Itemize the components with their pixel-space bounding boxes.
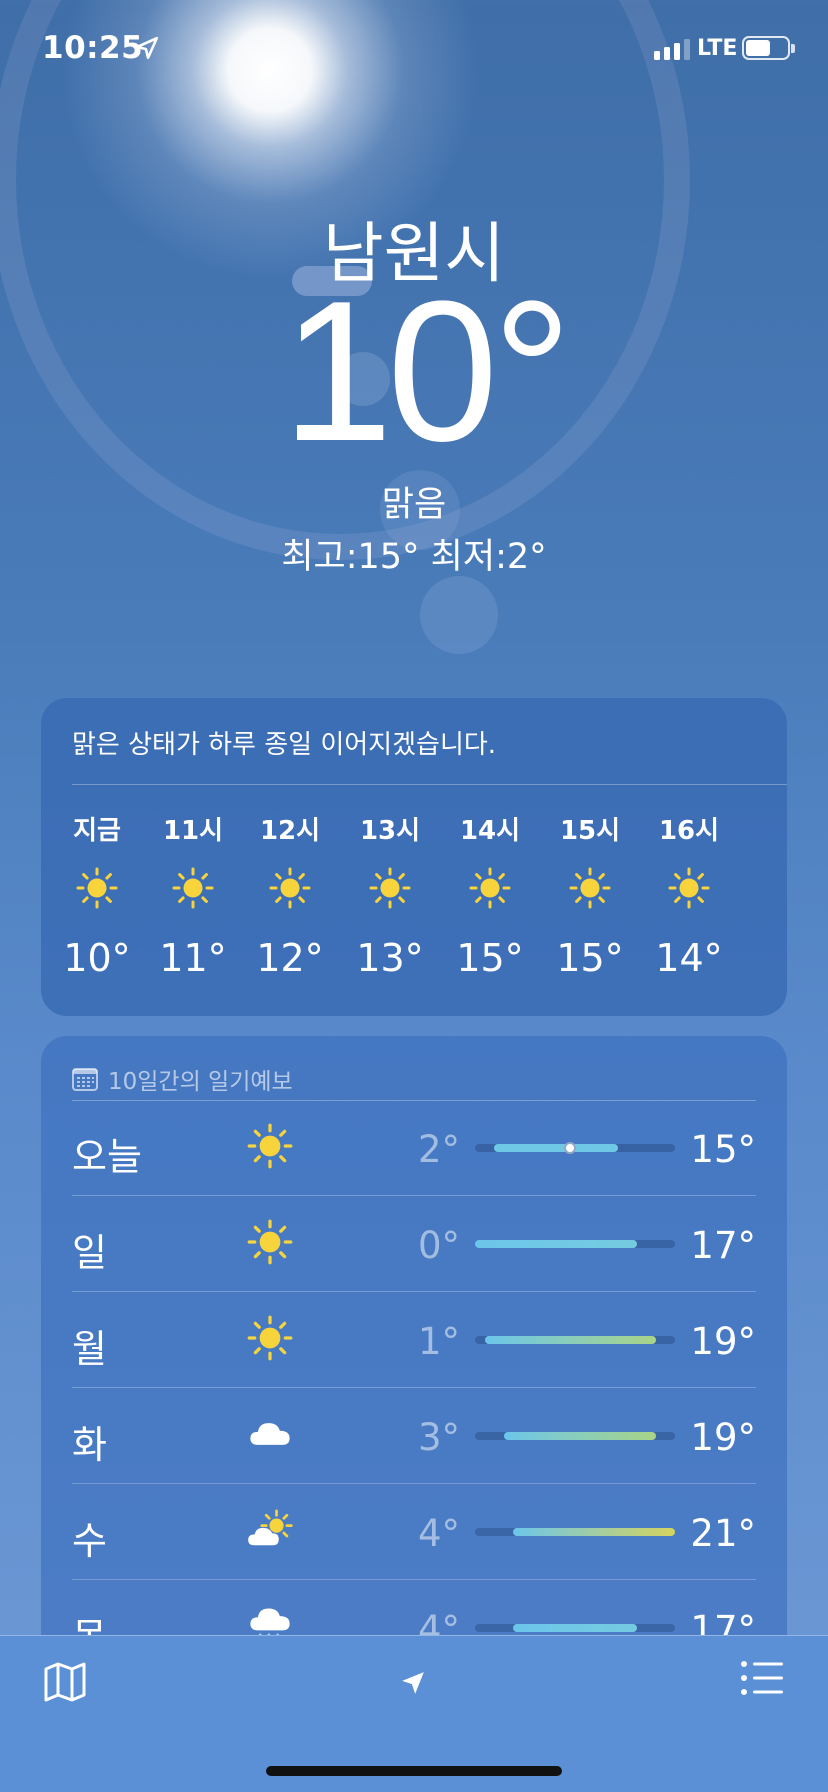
hour-label: 14시 <box>459 816 521 846</box>
daily-forecast-row[interactable]: 수 4° 21° <box>72 1484 756 1580</box>
current-temperature-dot <box>564 1142 577 1154</box>
map-icon[interactable] <box>43 1660 87 1704</box>
hourly-forecast-item: 14시 15° <box>448 810 532 980</box>
hour-label: 12시 <box>259 816 321 846</box>
cellular-signal-icon <box>654 38 690 60</box>
divider <box>72 784 787 785</box>
sun-icon <box>172 867 214 909</box>
lens-flare <box>420 576 498 654</box>
hour-temperature: 15° <box>556 936 624 980</box>
day-high-temperature: 19° <box>690 1320 756 1363</box>
daily-forecast-row[interactable]: 화 3° 19° <box>72 1388 756 1484</box>
calendar-icon <box>72 1068 98 1091</box>
cloud-icon <box>250 1423 290 1445</box>
temperature-range-fill <box>503 1432 656 1440</box>
day-high-temperature: 17° <box>690 1224 756 1267</box>
hourly-forecast-item: 11시 11° <box>151 810 235 980</box>
temperature-range-fill <box>494 1144 618 1152</box>
hourly-forecast-item: 15시 15° <box>548 810 632 980</box>
hourly-forecast-item: 지금 10° <box>55 810 139 980</box>
sun-icon <box>469 867 511 909</box>
day-low-temperature: 4° <box>417 1512 460 1555</box>
partly-sunny-icon <box>248 1509 293 1546</box>
hour-label: 지금 <box>73 816 121 846</box>
day-low-temperature: 3° <box>417 1416 460 1459</box>
day-low-temperature: 1° <box>417 1320 460 1363</box>
hourly-forecast-item: 13시 13° <box>348 810 432 980</box>
location-services-icon <box>135 36 159 60</box>
temperature-range-fill <box>513 1624 637 1632</box>
day-high-temperature: 19° <box>690 1416 756 1459</box>
bottom-toolbar <box>0 1635 828 1792</box>
sun-icon <box>247 1315 293 1361</box>
day-high-temperature: 21° <box>690 1512 756 1555</box>
temperature-range-bar <box>475 1240 675 1248</box>
current-temperature: 10° <box>281 260 572 483</box>
daily-forecast-row[interactable]: 월 1° 19° <box>72 1292 756 1388</box>
temperature-range-fill <box>513 1528 675 1536</box>
daily-forecast-header: 10일간의 일기예보 <box>72 1062 293 1096</box>
daily-forecast-card[interactable]: 10일간의 일기예보 오늘 2° 15° 일 0° 17° 월 1° 19° 화 3° 19° 수 4° 2… <box>41 1036 787 1736</box>
day-low-temperature: 2° <box>417 1128 460 1171</box>
battery-icon <box>742 36 795 60</box>
temperature-range-bar <box>475 1336 675 1344</box>
hourly-forecast-item: 12시 12° <box>248 810 332 980</box>
day-name: 화 <box>72 1423 107 1467</box>
hour-temperature: 13° <box>356 936 424 980</box>
sun-icon <box>247 1123 293 1169</box>
day-low-temperature: 0° <box>417 1224 460 1267</box>
sun-icon <box>269 867 311 909</box>
sun-icon <box>569 867 611 909</box>
hour-temperature: 15° <box>456 936 524 980</box>
hour-temperature: 11° <box>159 936 227 980</box>
day-high-temperature: 15° <box>690 1128 756 1171</box>
hour-temperature: 12° <box>256 936 324 980</box>
day-name: 수 <box>72 1519 107 1563</box>
hour-label: 15시 <box>559 816 621 846</box>
hourly-forecast-item: 16시 14° <box>647 810 731 980</box>
temperature-range-bar <box>475 1432 675 1440</box>
sun-icon <box>369 867 411 909</box>
hour-label: 11시 <box>162 816 224 846</box>
hour-label: 16시 <box>658 816 720 846</box>
current-condition: 맑음 <box>381 485 447 525</box>
location-arrow-icon[interactable] <box>400 1670 426 1696</box>
daily-forecast-row[interactable]: 오늘 2° 15° <box>72 1100 756 1196</box>
sun-icon <box>668 867 710 909</box>
day-name: 월 <box>72 1327 107 1371</box>
daily-forecast-title: 10일간의 일기예보 <box>108 1069 293 1095</box>
sun-icon <box>76 867 118 909</box>
forecast-summary: 맑은 상태가 하루 종일 이어지겠습니다. <box>72 730 497 760</box>
temperature-range-bar <box>475 1624 675 1632</box>
daily-forecast-row[interactable]: 일 0° 17° <box>72 1196 756 1292</box>
day-name: 오늘 <box>72 1135 142 1179</box>
hour-label: 13시 <box>359 816 421 846</box>
high-low-temperature: 최고:15° 최저:2° <box>281 537 547 577</box>
temperature-range-bar <box>475 1528 675 1536</box>
temperature-range-fill <box>484 1336 656 1344</box>
day-name: 일 <box>72 1231 107 1275</box>
temperature-range-bar <box>475 1142 675 1154</box>
hour-temperature: 14° <box>655 936 723 980</box>
list-icon[interactable] <box>740 1660 784 1696</box>
status-time: 10:25 <box>42 30 144 66</box>
hour-temperature: 10° <box>63 936 131 980</box>
temperature-range-fill <box>475 1240 637 1248</box>
status-bar: 10:25 LTE <box>0 0 828 100</box>
hourly-forecast-card[interactable]: 맑은 상태가 하루 종일 이어지겠습니다. 지금 10° 11시 11° 12시 12° 1… <box>41 698 787 1016</box>
sun-icon <box>247 1219 293 1265</box>
home-indicator[interactable] <box>266 1766 562 1776</box>
network-type: LTE <box>697 36 738 61</box>
